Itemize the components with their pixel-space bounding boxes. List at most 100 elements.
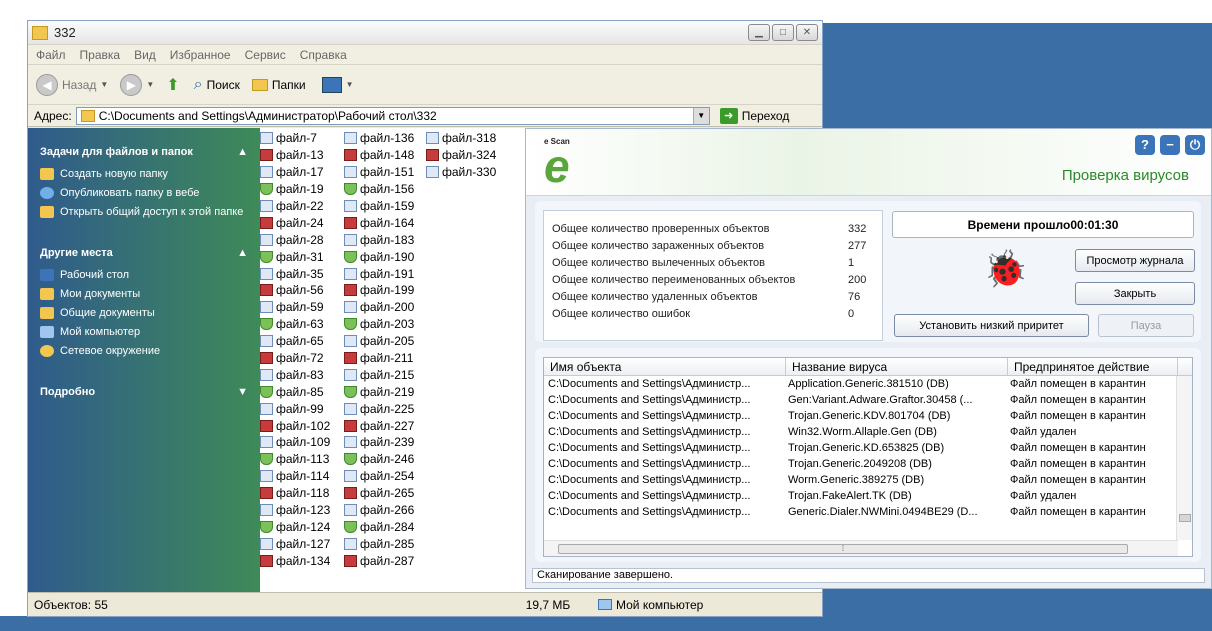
file-item[interactable]: файл-65 <box>260 333 330 350</box>
scroll-thumb[interactable] <box>1179 514 1191 522</box>
views-button[interactable]: ▼ <box>321 76 360 93</box>
vertical-scrollbar[interactable] <box>1176 376 1192 540</box>
address-input[interactable]: C:\Documents and Settings\Администратор\… <box>75 106 710 125</box>
file-item[interactable]: файл-156 <box>344 181 414 198</box>
file-item[interactable]: файл-284 <box>344 518 414 535</box>
file-item[interactable]: файл-215 <box>344 366 414 383</box>
file-item[interactable]: файл-205 <box>344 333 414 350</box>
file-item[interactable]: файл-225 <box>344 400 414 417</box>
file-item[interactable]: файл-199 <box>344 282 414 299</box>
close-scan-button[interactable]: Закрыть <box>1075 282 1195 305</box>
file-item[interactable]: файл-17 <box>260 164 330 181</box>
power-icon[interactable]: ⏻ <box>1185 135 1205 155</box>
table-row[interactable]: C:\Documents and Settings\Администр... Tr… <box>544 488 1192 504</box>
file-item[interactable]: файл-134 <box>260 552 330 569</box>
place-network[interactable]: Сетевое окружение <box>40 345 248 358</box>
file-item[interactable]: файл-164 <box>344 214 414 231</box>
menu-help[interactable]: Справка <box>300 48 347 62</box>
go-button[interactable]: ➜ Переход <box>719 107 789 124</box>
folders-button[interactable]: Папки <box>251 78 306 92</box>
horizontal-scrollbar[interactable]: ⁞ <box>544 540 1178 556</box>
file-item[interactable]: файл-239 <box>344 434 414 451</box>
details-section-header[interactable]: Подробно ▼ <box>40 386 248 398</box>
file-item[interactable]: файл-211 <box>344 350 414 367</box>
window-titlebar[interactable]: 332 ▁ □ ✕ <box>28 21 822 45</box>
up-folder-icon[interactable]: ⬆ <box>166 75 179 95</box>
menu-tools[interactable]: Сервис <box>245 48 286 62</box>
scroll-thumb[interactable]: ⁞ <box>558 544 1128 554</box>
file-item[interactable]: файл-31 <box>260 248 330 265</box>
file-item[interactable]: файл-159 <box>344 198 414 215</box>
minimize-icon[interactable]: − <box>1160 135 1180 155</box>
file-item[interactable]: файл-123 <box>260 502 330 519</box>
forward-button[interactable]: ▶ ▼ <box>120 73 160 96</box>
file-item[interactable]: файл-109 <box>260 434 330 451</box>
file-item[interactable]: файл-83 <box>260 366 330 383</box>
file-item[interactable]: файл-330 <box>426 164 496 181</box>
file-item[interactable]: файл-118 <box>260 485 330 502</box>
table-row[interactable]: C:\Documents and Settings\Администр... Wo… <box>544 472 1192 488</box>
back-button[interactable]: ◀ Назад ▼ <box>36 73 114 96</box>
table-row[interactable]: C:\Documents and Settings\Администр... Ge… <box>544 392 1192 408</box>
file-item[interactable]: файл-324 <box>426 147 496 164</box>
file-item[interactable]: файл-203 <box>344 316 414 333</box>
column-header[interactable]: Название вируса <box>786 358 1008 375</box>
file-item[interactable]: файл-254 <box>344 468 414 485</box>
file-item[interactable]: файл-28 <box>260 231 330 248</box>
file-item[interactable]: файл-127 <box>260 535 330 552</box>
view-log-button[interactable]: Просмотр журнала <box>1075 249 1195 272</box>
file-item[interactable]: файл-219 <box>344 383 414 400</box>
file-item[interactable]: файл-200 <box>344 299 414 316</box>
file-item[interactable]: файл-227 <box>344 417 414 434</box>
menu-file[interactable]: Файл <box>36 48 66 62</box>
file-item[interactable]: файл-99 <box>260 400 330 417</box>
file-item[interactable]: файл-285 <box>344 535 414 552</box>
task-publish-web[interactable]: Опубликовать папку в вебе <box>40 187 248 200</box>
menu-edit[interactable]: Правка <box>80 48 121 62</box>
file-item[interactable]: файл-56 <box>260 282 330 299</box>
file-item[interactable]: файл-191 <box>344 265 414 282</box>
file-item[interactable]: файл-13 <box>260 147 330 164</box>
file-item[interactable]: файл-151 <box>344 164 414 181</box>
places-section-header[interactable]: Другие места ▲ <box>40 247 248 259</box>
table-row[interactable]: C:\Documents and Settings\Администр... Tr… <box>544 408 1192 424</box>
file-item[interactable]: файл-287 <box>344 552 414 569</box>
file-item[interactable]: файл-246 <box>344 451 414 468</box>
column-header[interactable]: Предпринятое действие <box>1008 358 1178 375</box>
file-item[interactable]: файл-266 <box>344 502 414 519</box>
file-item[interactable]: файл-59 <box>260 299 330 316</box>
tasks-section-header[interactable]: Задачи для файлов и папок ▲ <box>40 146 248 158</box>
file-item[interactable]: файл-24 <box>260 214 330 231</box>
place-my-computer[interactable]: Мой компьютер <box>40 326 248 339</box>
file-item[interactable]: файл-7 <box>260 130 330 147</box>
task-share-folder[interactable]: Открыть общий доступ к этой папке <box>40 206 248 219</box>
table-row[interactable]: C:\Documents and Settings\Администр... Tr… <box>544 456 1192 472</box>
help-icon[interactable]: ? <box>1135 135 1155 155</box>
place-my-documents[interactable]: Мои документы <box>40 288 248 301</box>
menu-view[interactable]: Вид <box>134 48 156 62</box>
task-new-folder[interactable]: Создать новую папку <box>40 168 248 181</box>
file-item[interactable]: файл-265 <box>344 485 414 502</box>
pause-button[interactable]: Пауза <box>1098 314 1194 337</box>
chevron-down-icon[interactable]: ▼ <box>692 107 709 124</box>
file-item[interactable]: файл-318 <box>426 130 496 147</box>
low-priority-button[interactable]: Установить низкий приритет <box>894 314 1089 337</box>
file-item[interactable]: файл-148 <box>344 147 414 164</box>
place-shared-documents[interactable]: Общие документы <box>40 307 248 320</box>
file-item[interactable]: файл-22 <box>260 198 330 215</box>
menu-favorites[interactable]: Избранное <box>170 48 231 62</box>
search-button[interactable]: ⌕ Поиск <box>194 76 240 94</box>
table-row[interactable]: C:\Documents and Settings\Администр... Ap… <box>544 376 1192 392</box>
table-row[interactable]: C:\Documents and Settings\Администр... Ge… <box>544 504 1192 520</box>
close-button[interactable]: ✕ <box>796 24 818 41</box>
table-row[interactable]: C:\Documents and Settings\Администр... Tr… <box>544 440 1192 456</box>
table-row[interactable]: C:\Documents and Settings\Администр... Wi… <box>544 424 1192 440</box>
file-item[interactable]: файл-113 <box>260 451 330 468</box>
file-item[interactable]: файл-85 <box>260 383 330 400</box>
file-item[interactable]: файл-190 <box>344 248 414 265</box>
minimize-button[interactable]: ▁ <box>748 24 770 41</box>
file-item[interactable]: файл-183 <box>344 231 414 248</box>
file-item[interactable]: файл-72 <box>260 350 330 367</box>
file-item[interactable]: файл-63 <box>260 316 330 333</box>
place-desktop[interactable]: Рабочий стол <box>40 269 248 282</box>
